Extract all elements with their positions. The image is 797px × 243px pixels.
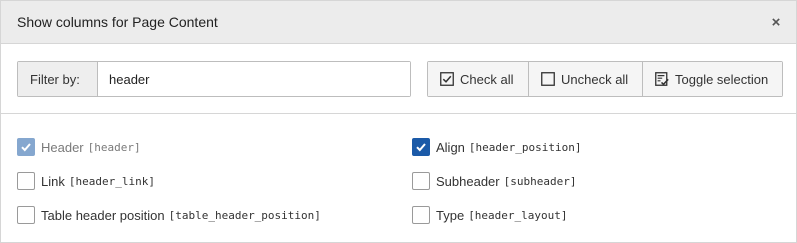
checked-box-icon (440, 72, 454, 86)
column-key: [subheader] (503, 174, 577, 188)
column-checkbox[interactable] (17, 172, 35, 190)
dialog-header: Show columns for Page Content × (1, 1, 796, 44)
filter-label: Filter by: (18, 62, 98, 96)
show-columns-dialog: Show columns for Page Content × Filter b… (0, 0, 797, 243)
column-checkbox[interactable] (412, 172, 430, 190)
check-all-button[interactable]: Check all (428, 62, 528, 96)
column-label: Type (436, 207, 465, 223)
empty-box-icon (541, 72, 555, 86)
column-label: Align (436, 139, 465, 155)
uncheck-all-label: Uncheck all (561, 71, 629, 87)
column-checkbox[interactable] (412, 138, 430, 156)
column-option-type[interactable]: Type [header_layout] (412, 205, 568, 225)
column-key: [header_layout] (468, 208, 568, 222)
filter-group: Filter by: (17, 61, 411, 97)
check-all-label: Check all (460, 71, 514, 87)
column-label: Link (41, 173, 65, 189)
column-key: [header_position] (468, 140, 582, 154)
column-label: Header (41, 139, 84, 155)
column-checkbox[interactable] (17, 138, 35, 156)
filter-input[interactable] (98, 62, 410, 96)
close-icon: × (771, 13, 781, 31)
column-option-table-header-position[interactable]: Table header position [table_header_posi… (17, 205, 321, 225)
toggle-selection-button[interactable]: Toggle selection (642, 62, 782, 96)
close-button[interactable]: × (766, 12, 786, 32)
column-checkbox[interactable] (17, 206, 35, 224)
selection-button-group: Check all Uncheck all Toggle selection (427, 61, 783, 97)
uncheck-all-button[interactable]: Uncheck all (528, 62, 642, 96)
dialog-title: Show columns for Page Content (17, 14, 218, 30)
column-key: [header] (87, 140, 141, 154)
column-option-subheader[interactable]: Subheader [subheader] (412, 171, 576, 191)
column-option-header[interactable]: Header [header] (17, 137, 141, 157)
filter-toolbar: Filter by: Check all Unche (1, 44, 796, 114)
column-option-align[interactable]: Align [header_position] (412, 137, 582, 157)
column-label: Subheader (436, 173, 500, 189)
column-key: [header_link] (68, 174, 155, 188)
toggle-selection-icon (655, 72, 669, 86)
column-checkbox[interactable] (412, 206, 430, 224)
column-key: [table_header_position] (168, 208, 321, 222)
toggle-selection-label: Toggle selection (675, 71, 769, 87)
column-label: Table header position (41, 207, 165, 223)
column-option-link[interactable]: Link [header_link] (17, 171, 155, 191)
